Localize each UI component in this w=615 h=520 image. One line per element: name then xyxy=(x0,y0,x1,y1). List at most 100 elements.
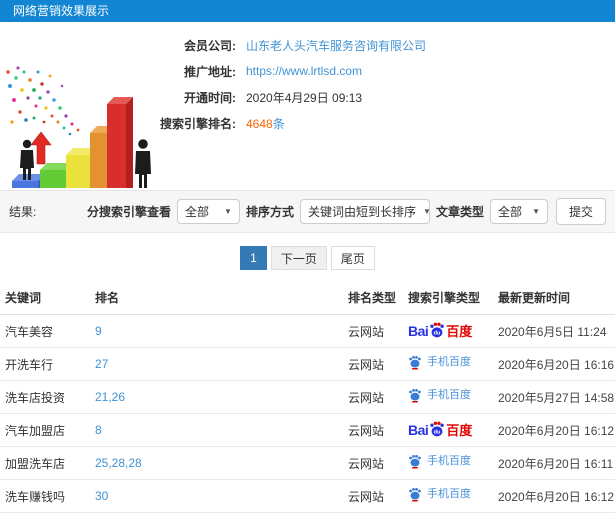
keyword-cell: 汽车美容 xyxy=(0,314,90,348)
updated-cell: 2020年6月20日 16:11 xyxy=(493,446,615,480)
engine-cell: 手机百度 xyxy=(403,446,493,480)
engine-cell: 手机百度 xyxy=(403,347,493,381)
page-title: 网络营销效果展示 xyxy=(0,0,615,22)
ranking-link[interactable]: 8 xyxy=(90,413,343,447)
sort-label: 排序方式 xyxy=(245,205,294,219)
col-updated: 最新更新时间 xyxy=(493,280,615,315)
chevron-down-icon: ▼ xyxy=(224,207,232,216)
ranking-link[interactable]: 9 xyxy=(90,314,343,348)
article-type-label: 文章类型 xyxy=(435,205,484,219)
keyword-cell: 洗车店投资 xyxy=(0,380,90,414)
engine-cell: Bai du 百度 xyxy=(403,314,493,348)
member-company-row: 会员公司: 山东老人头汽车服务咨询有限公司 xyxy=(148,36,615,54)
keyword-cell: 洗车赚钱吗 xyxy=(0,479,90,513)
engine-rank-label: 搜索引擎排名: xyxy=(160,116,236,131)
table-header-row: 关键词 排名 排名类型 搜索引擎类型 最新更新时间 xyxy=(0,280,615,315)
table-row: 汽车加盟店 8 云网站 Bai du 百度 2020年6月20日 16:12 xyxy=(0,413,615,447)
ranking-link[interactable]: 30 xyxy=(90,479,343,513)
chevron-down-icon: ▼ xyxy=(532,207,540,216)
confetti-dots xyxy=(6,66,80,136)
mobile-baidu-icon xyxy=(409,389,421,403)
engine-cell: 手机百度 xyxy=(403,380,493,414)
svg-text:du: du xyxy=(434,430,441,436)
engine-filter-label: 分搜索引擎查看 xyxy=(86,205,171,219)
sort-select[interactable]: 关键词由短到长排序 ▼ xyxy=(299,199,431,224)
page-button-last[interactable]: 尾页 xyxy=(330,246,375,270)
table-row: 汽车美容 9 云网站 Bai du 百度 2020年6月5日 11:24 xyxy=(0,314,615,348)
member-company-link[interactable]: 山东老人头汽车服务咨询有限公司 xyxy=(246,37,426,54)
rank-type-cell: 云网站 xyxy=(343,314,403,348)
col-keyword: 关键词 xyxy=(0,280,90,315)
baidu-paw-icon: du xyxy=(430,421,445,437)
businessman-right xyxy=(135,139,151,188)
mobile-baidu-label: 手机百度 xyxy=(408,454,471,469)
baidu-logo: Bai du 百度 xyxy=(408,322,473,339)
info-section: 会员公司: 山东老人头汽车服务咨询有限公司 推广地址: https://www.… xyxy=(0,22,615,190)
pagination: 1 下一页 尾页 xyxy=(0,246,615,270)
mobile-baidu-label: 手机百度 xyxy=(408,388,471,403)
col-engine-type: 搜索引擎类型 xyxy=(403,280,493,315)
chevron-down-icon: ▼ xyxy=(422,207,431,216)
mobile-baidu-icon xyxy=(409,488,421,502)
ranking-link[interactable]: 25,28,28 xyxy=(90,446,343,480)
businessman-left xyxy=(20,139,34,180)
baidu-paw-icon: du xyxy=(430,322,445,338)
engine-rank-row: 搜索引擎排名: 4648条 xyxy=(148,114,615,132)
engine-cell: Bai du 百度 xyxy=(403,413,493,447)
article-type-value: 全部 xyxy=(497,205,522,219)
updated-cell: 2020年6月18日 14:27 xyxy=(493,512,615,520)
result-label: 结果: xyxy=(9,205,37,219)
submit-button[interactable]: 提交 xyxy=(555,198,606,225)
engine-filter-select[interactable]: 全部 ▼ xyxy=(176,199,240,224)
col-rank-type: 排名类型 xyxy=(343,280,403,315)
open-time-label: 开通时间: xyxy=(184,90,236,105)
rank-type-cell: 云网站 xyxy=(343,446,403,480)
table-row: 洗车赚钱吗 30 云网站 手机百度 2020年6月20日 16:12 xyxy=(0,479,615,513)
updated-cell: 2020年6月20日 16:16 xyxy=(493,347,615,381)
promo-url-link[interactable]: https://www.lrtlsd.com xyxy=(246,64,362,78)
engine-rank-value: 4648条 xyxy=(246,115,285,132)
member-company-label: 会员公司: xyxy=(184,38,236,53)
table-row: 加盟洗车店 25,28,28 云网站 手机百度 2020年6月20日 16:11 xyxy=(0,446,615,480)
table-row: 洗车店利润30云网站手机百度2020年6月18日 14:27 xyxy=(0,512,615,520)
page-button-current[interactable]: 1 xyxy=(240,246,267,270)
mobile-baidu-label: 手机百度 xyxy=(408,355,471,370)
updated-cell: 2020年6月20日 16:12 xyxy=(493,479,615,513)
mobile-baidu-label: 手机百度 xyxy=(408,487,471,502)
updated-cell: 2020年5月27日 14:58 xyxy=(493,380,615,414)
updated-cell: 2020年6月20日 16:12 xyxy=(493,413,615,447)
filter-bar: 结果: 分搜索引擎查看 全部 ▼ 排序方式 关键词由短到长排序 ▼ 文章类型 全… xyxy=(0,190,615,233)
updated-cell: 2020年6月5日 11:24 xyxy=(493,314,615,348)
mobile-baidu-icon xyxy=(409,356,421,370)
promo-url-label: 推广地址: xyxy=(184,64,236,79)
svg-text:du: du xyxy=(434,331,441,337)
ranking-link[interactable]: 21,26 xyxy=(90,380,343,414)
sort-value: 关键词由短到长排序 xyxy=(307,205,416,219)
ranking-link[interactable]: 27 xyxy=(90,347,343,381)
keyword-cell: 汽车加盟店 xyxy=(0,413,90,447)
rank-count: 4648 xyxy=(246,116,273,131)
open-time-value: 2020年4月29日 09:13 xyxy=(246,90,363,105)
ranking-link[interactable]: 30 xyxy=(90,512,343,520)
rank-type-cell: 云网站 xyxy=(343,347,403,381)
keyword-cell: 洗车店利润 xyxy=(0,512,90,520)
open-time-row: 开通时间: 2020年4月29日 09:13 xyxy=(148,88,615,106)
company-info: 会员公司: 山东老人头汽车服务咨询有限公司 推广地址: https://www.… xyxy=(148,22,615,132)
rank-type-cell: 云网站 xyxy=(343,413,403,447)
rank-type-cell: 云网站 xyxy=(343,380,403,414)
up-arrow xyxy=(30,131,52,165)
table-row: 开洗车行 27 云网站 手机百度 2020年6月20日 16:16 xyxy=(0,347,615,381)
rank-type-cell: 云网站 xyxy=(343,512,403,520)
page-button-next[interactable]: 下一页 xyxy=(270,246,327,270)
article-type-select[interactable]: 全部 ▼ xyxy=(489,199,548,224)
table-row: 洗车店投资 21,26 云网站 手机百度 2020年5月27日 14:58 xyxy=(0,380,615,414)
mobile-baidu-icon xyxy=(409,455,421,469)
engine-cell: 手机百度 xyxy=(403,512,493,520)
bar-chart-illustration xyxy=(6,66,151,188)
col-ranking: 排名 xyxy=(90,280,343,315)
keyword-cell: 开洗车行 xyxy=(0,347,90,381)
table-body: 汽车美容 9 云网站 Bai du 百度 2020年6月5日 11:24 开洗车行 27 云网站手… xyxy=(0,314,615,520)
keyword-cell: 加盟洗车店 xyxy=(0,446,90,480)
engine-filter-value: 全部 xyxy=(184,205,209,219)
rank-type-cell: 云网站 xyxy=(343,479,403,513)
